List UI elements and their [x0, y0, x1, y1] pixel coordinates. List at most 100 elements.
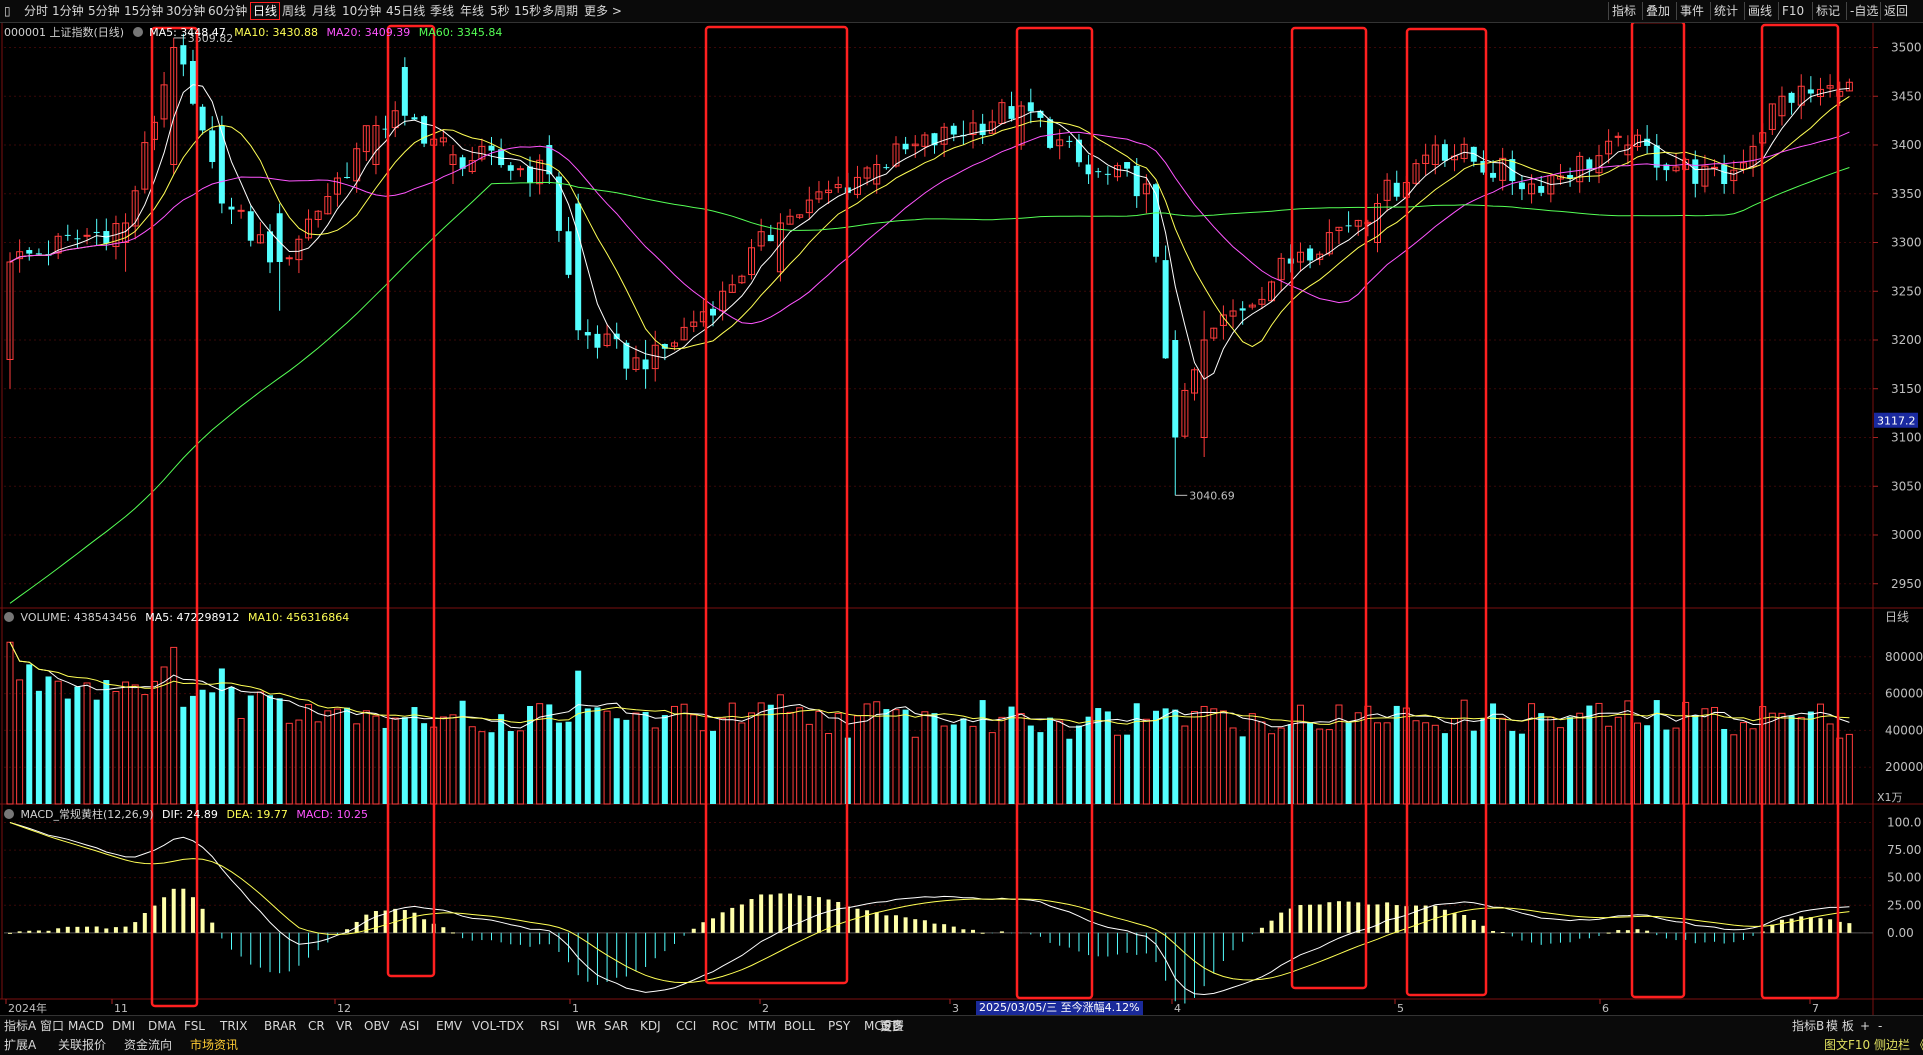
stock-chart[interactable]: 3509.823040.69 3500345034003350330032503…: [0, 23, 1923, 1016]
candle-body-down: [1721, 164, 1728, 184]
volume-bar-down: [584, 708, 591, 804]
indicator-tab-11[interactable]: ASI: [400, 1018, 419, 1034]
right-tab-3[interactable]: -: [1878, 1018, 1882, 1034]
period-tab-2[interactable]: 5分钟: [88, 3, 120, 19]
indicator-tab-15[interactable]: WR: [576, 1018, 596, 1034]
indicator-tab-6[interactable]: TRIX: [220, 1018, 247, 1034]
toolbar-right-item-0[interactable]: 指标: [1612, 3, 1636, 19]
indicator-tab-5[interactable]: FSL: [184, 1018, 205, 1034]
indicator-tab-1[interactable]: 窗口: [40, 1018, 64, 1034]
indicator-tab-16[interactable]: SAR: [604, 1018, 628, 1034]
volume-bar-down: [1586, 705, 1593, 804]
volume-bar-up: [911, 736, 919, 805]
toolbar-separator: [1608, 2, 1609, 20]
bottom-tab-2[interactable]: 资金流向: [124, 1037, 172, 1053]
indicator-tab-8[interactable]: CR: [308, 1018, 325, 1034]
volume-bar-up: [353, 723, 361, 805]
toolbar-right-item-4[interactable]: 画线: [1748, 3, 1772, 19]
macd-bar-positive: [1645, 930, 1650, 933]
right-tab-2[interactable]: +: [1860, 1018, 1870, 1034]
toolbar-right-item-7[interactable]: -自选: [1850, 3, 1878, 19]
indicator-tab-2[interactable]: MACD: [68, 1018, 104, 1034]
volume-tick-label: 40000: [1885, 723, 1923, 737]
settings-icon[interactable]: [132, 27, 143, 37]
toolbar-right-item-2[interactable]: 事件: [1680, 3, 1704, 19]
bottom-tab-1[interactable]: 关联报价: [58, 1037, 106, 1053]
macd-bar-positive: [1414, 905, 1419, 933]
period-tab-14[interactable]: 15秒: [514, 3, 541, 19]
toolbar-right-item-5[interactable]: F10: [1782, 3, 1804, 19]
volume-bar-up: [1556, 727, 1564, 805]
indicator-tab-0[interactable]: 指标A: [4, 1018, 36, 1034]
period-tab-3[interactable]: 15分钟: [124, 3, 163, 19]
indicator-tab-25[interactable]: 设置: [880, 1018, 904, 1034]
right-tab-0[interactable]: 指标B: [1792, 1018, 1824, 1034]
volume-legend: VOLUME: 438543456 MA5: 472298912 MA10: 4…: [4, 611, 349, 624]
macd-bar-positive: [797, 895, 802, 933]
period-tab-8[interactable]: 月线: [312, 3, 336, 19]
macd-tick-label: 75.00: [1887, 843, 1921, 857]
volume-bar-down: [555, 722, 562, 804]
volume-bar-up: [757, 702, 765, 805]
bottom-tab-0[interactable]: 扩展A: [4, 1037, 36, 1053]
macd-bar-positive: [1818, 918, 1823, 933]
toolbar-right-item-3[interactable]: 统计: [1714, 3, 1738, 19]
candle-body-down: [1008, 106, 1015, 119]
macd-bar-positive: [1799, 916, 1804, 933]
indicator-tab-9[interactable]: VR: [336, 1018, 353, 1034]
period-tab-4[interactable]: 30分钟: [166, 3, 205, 19]
indicator-tab-20[interactable]: MTM: [748, 1018, 776, 1034]
toolbar-right-item-6[interactable]: 标记: [1816, 3, 1840, 19]
indicator-tab-3[interactable]: DMI: [112, 1018, 135, 1034]
sidebar-toggle[interactable]: 图文F10 侧边栏 《: [1824, 1037, 1923, 1053]
right-tab-1[interactable]: 模 板: [1826, 1018, 1854, 1034]
candle-body-down: [950, 125, 957, 135]
period-tab-5[interactable]: 60分钟: [208, 3, 247, 19]
indicator-tab-22[interactable]: PSY: [828, 1018, 850, 1034]
period-tab-6[interactable]: 日线: [250, 2, 281, 20]
period-tab-12[interactable]: 年线: [460, 3, 484, 19]
period-tab-0[interactable]: 分时: [24, 3, 48, 19]
period-tab-10[interactable]: 45日线: [386, 3, 425, 19]
bottom-tab-3[interactable]: 市场资讯: [190, 1037, 238, 1053]
toolbar-right-item-8[interactable]: 返回: [1884, 3, 1908, 19]
indicator-tab-17[interactable]: KDJ: [640, 1018, 661, 1034]
macd-bar-positive: [768, 894, 773, 933]
settings-icon[interactable]: [4, 809, 14, 819]
indicator-tab-19[interactable]: ROC: [712, 1018, 738, 1034]
candle-body-down: [247, 211, 254, 241]
period-tab-11[interactable]: 季线: [430, 3, 454, 19]
volume-bar-down: [35, 690, 42, 804]
period-tab-9[interactable]: 10分钟: [342, 3, 381, 19]
macd-bar-positive: [1789, 918, 1794, 933]
volume-bar-up: [391, 717, 399, 805]
highlight-box: [1015, 26, 1094, 1000]
volume-bar-up: [131, 684, 139, 805]
period-tab-16[interactable]: 更多 >: [584, 3, 622, 19]
volume-bar-up: [1451, 717, 1459, 805]
period-tab-15[interactable]: 多周期: [542, 3, 578, 19]
x-axis-label: 7: [1812, 1002, 1819, 1015]
period-tab-7[interactable]: 周线: [282, 3, 306, 19]
macd-bar-positive: [1346, 901, 1351, 933]
macd-bar-positive: [200, 908, 205, 933]
volume-bar-up: [141, 694, 149, 805]
indicator-tab-12[interactable]: EMV: [436, 1018, 462, 1034]
period-tab-1[interactable]: 1分钟: [52, 3, 84, 19]
indicator-tab-18[interactable]: CCI: [676, 1018, 696, 1034]
low-label: 3040.69: [1189, 489, 1235, 502]
indicator-tab-21[interactable]: BOLL: [784, 1018, 815, 1034]
indicator-tab-14[interactable]: RSI: [540, 1018, 560, 1034]
settings-icon[interactable]: [4, 612, 14, 622]
volume-bar-up: [1248, 713, 1256, 805]
macd-bar-positive: [691, 928, 696, 933]
price-tick-label: 3350: [1891, 187, 1922, 201]
indicator-tab-13[interactable]: VOL-TDX: [472, 1018, 524, 1034]
toolbar-right-item-1[interactable]: 叠加: [1646, 3, 1670, 19]
panel-toggle-icon[interactable]: ▯: [4, 3, 11, 19]
volume-bar-up: [1701, 708, 1709, 805]
indicator-tab-4[interactable]: DMA: [148, 1018, 176, 1034]
indicator-tab-10[interactable]: OBV: [364, 1018, 390, 1034]
indicator-tab-7[interactable]: BRAR: [264, 1018, 297, 1034]
period-tab-13[interactable]: 5秒: [490, 3, 510, 19]
